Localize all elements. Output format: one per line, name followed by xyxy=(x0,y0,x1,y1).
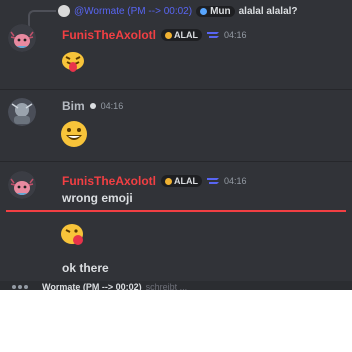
new-messages-divider xyxy=(6,210,346,212)
tongue-face-side-emoji-icon xyxy=(61,224,83,245)
message-divider xyxy=(0,89,352,90)
badge-label: ALAL xyxy=(174,30,198,40)
avatar[interactable] xyxy=(8,171,36,199)
avatar[interactable] xyxy=(8,24,36,52)
tongue-face-emoji-icon xyxy=(62,52,84,72)
message-divider xyxy=(0,161,352,162)
author-name[interactable]: FunisTheAxolotl xyxy=(62,174,156,188)
grinning-face-emoji-icon xyxy=(61,121,87,147)
badge-icon xyxy=(165,31,172,39)
badge-icon xyxy=(165,177,172,185)
typing-dots-icon xyxy=(12,285,30,289)
message-header: Bim 04:16 xyxy=(62,99,123,113)
avatar[interactable] xyxy=(8,98,36,126)
message-text: ok there xyxy=(62,261,109,275)
bim-avatar-icon xyxy=(8,98,36,126)
author-name[interactable]: Bim xyxy=(62,99,85,113)
message-group: FunisTheAxolotl ALAL 04:16 xyxy=(0,20,352,75)
role-dot-icon xyxy=(89,103,96,109)
typing-user: Wormate (PM --> 00:02) xyxy=(42,282,142,290)
message-text: wrong emoji xyxy=(62,191,133,205)
reply-tag-label: Mun xyxy=(210,5,231,17)
message-header: FunisTheAxolotl ALAL 04:16 xyxy=(62,28,247,42)
message-emoji[interactable] xyxy=(58,48,88,79)
chat-panel: @Wormate (PM --> 00:02) Mun alalal alala… xyxy=(0,0,352,290)
typing-status: schreibt ... xyxy=(145,282,188,290)
message-group: ok there xyxy=(0,252,352,278)
axolotl-avatar-icon xyxy=(8,24,36,52)
message-group xyxy=(0,216,352,252)
guild-badge: ALAL xyxy=(161,175,202,187)
bot-tag-icon xyxy=(207,32,219,38)
reply-preview[interactable]: @Wormate (PM --> 00:02) Mun alalal alala… xyxy=(58,3,298,19)
badge-label: ALAL xyxy=(174,176,198,186)
timestamp: 04:16 xyxy=(224,176,247,186)
reply-author[interactable]: @Wormate (PM --> 00:02) xyxy=(74,6,192,17)
axolotl-avatar-icon xyxy=(8,171,36,199)
message-emoji[interactable] xyxy=(58,220,88,253)
bot-tag-icon xyxy=(207,178,219,184)
reply-text[interactable]: alalal alalal? xyxy=(239,6,298,17)
message-emoji[interactable] xyxy=(58,118,90,155)
reply-avatar[interactable] xyxy=(58,5,70,17)
tag-dot-icon xyxy=(200,7,208,15)
message-group: Bim 04:16 xyxy=(0,94,352,156)
guild-badge: ALAL xyxy=(161,29,202,41)
timestamp: 04:16 xyxy=(100,101,124,111)
timestamp: 04:16 xyxy=(224,30,247,40)
message-header: FunisTheAxolotl ALAL 04:16 xyxy=(62,174,247,188)
author-name[interactable]: FunisTheAxolotl xyxy=(62,28,156,42)
reply-tag: Mun xyxy=(196,5,235,17)
typing-indicator: Wormate (PM --> 00:02) schreibt ... xyxy=(0,281,352,290)
message-group: FunisTheAxolotl ALAL 04:16 wrong emoji xyxy=(0,165,352,213)
